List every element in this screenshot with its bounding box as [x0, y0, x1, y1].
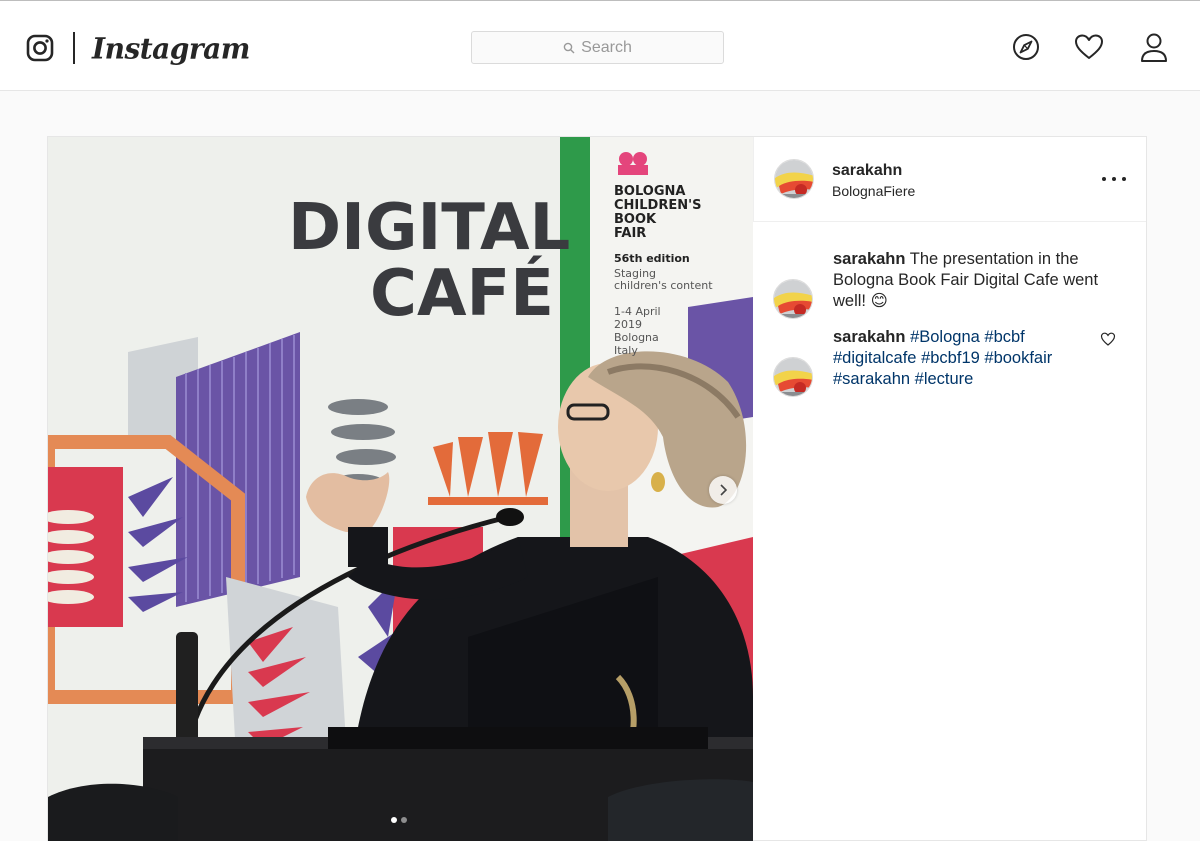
- post-username[interactable]: sarakahn: [832, 162, 902, 180]
- post-header: sarakahn BolognaFiere: [753, 137, 1146, 222]
- instagram-camera-icon[interactable]: [26, 34, 54, 62]
- heart-icon: [1075, 34, 1103, 59]
- profile-button[interactable]: [1136, 29, 1172, 65]
- svg-text:children's content: children's content: [614, 279, 713, 292]
- hashtag-link[interactable]: #bcbf19: [921, 349, 980, 367]
- caption: sarakahn The presentation in the Bologna…: [753, 249, 1146, 319]
- more-dot-icon: [1112, 177, 1116, 181]
- avatar-image: [774, 358, 812, 396]
- avatar[interactable]: [773, 357, 813, 397]
- svg-text:FAIR: FAIR: [614, 226, 646, 241]
- svg-text:Bologna: Bologna: [614, 331, 659, 344]
- post-photo[interactable]: DIGITAL CAFÉ BOLOGNA CHILDREN'S BOOK FAI…: [48, 137, 753, 841]
- hashtag-link[interactable]: #lecture: [915, 370, 974, 388]
- more-dot-icon: [1102, 177, 1106, 181]
- sign-text-line-2: CAFÉ: [370, 255, 554, 331]
- brand[interactable]: Instagram: [26, 31, 250, 65]
- comment-username[interactable]: sarakahn: [833, 328, 905, 346]
- svg-text:2019: 2019: [614, 318, 642, 331]
- profile-icon: [1141, 33, 1167, 62]
- hashtag-link[interactable]: #sarakahn: [833, 370, 910, 388]
- hashtag-link[interactable]: #bcbf: [984, 328, 1024, 346]
- avatar-image: [774, 280, 812, 318]
- carousel-dot-active: [391, 817, 397, 823]
- comment-like-heart-icon[interactable]: [1100, 331, 1116, 347]
- more-options-button[interactable]: [1102, 171, 1126, 187]
- svg-text:56th edition: 56th edition: [614, 252, 690, 265]
- avatar[interactable]: [774, 159, 814, 199]
- more-dot-icon: [1122, 177, 1126, 181]
- instagram-wordmark[interactable]: Instagram: [92, 31, 250, 66]
- top-navigation-bar: Instagram Search: [0, 0, 1200, 91]
- svg-text:1-4 April: 1-4 April: [614, 305, 661, 318]
- search-placeholder: Search: [581, 38, 632, 56]
- post-sidebar: sarakahn BolognaFiere sarakahn The prese…: [753, 137, 1146, 840]
- activity-button[interactable]: [1071, 29, 1107, 65]
- svg-text:BOLOGNA: BOLOGNA: [614, 184, 685, 199]
- post-photo-illustration: DIGITAL CAFÉ BOLOGNA CHILDREN'S BOOK FAI…: [48, 137, 753, 841]
- search-icon: [563, 42, 575, 53]
- svg-text:Italy: Italy: [614, 344, 638, 357]
- compass-icon: [1013, 34, 1039, 60]
- comment: sarakahn #Bologna #bcbf #digitalcafe #bc…: [753, 327, 1146, 397]
- comment-text: sarakahn #Bologna #bcbf #digitalcafe #bc…: [833, 327, 1078, 390]
- hashtag-link[interactable]: #digitalcafe: [833, 349, 916, 367]
- hashtag-link[interactable]: #bookfair: [984, 349, 1052, 367]
- brand-divider: [73, 32, 75, 64]
- hashtag-link[interactable]: #Bologna: [910, 328, 980, 346]
- carousel-indicator: [391, 817, 407, 823]
- avatar-image: [775, 160, 813, 198]
- explore-button[interactable]: [1008, 29, 1044, 65]
- post-card: DIGITAL CAFÉ BOLOGNA CHILDREN'S BOOK FAI…: [47, 136, 1147, 841]
- search-input[interactable]: Search: [471, 31, 724, 64]
- svg-text:CHILDREN'S: CHILDREN'S: [614, 198, 701, 213]
- sign-text-line-1: DIGITAL: [288, 191, 570, 265]
- chevron-right-icon: [720, 484, 728, 496]
- caption-text: sarakahn The presentation in the Bologna…: [833, 249, 1113, 312]
- caption-username[interactable]: sarakahn: [833, 250, 905, 268]
- avatar[interactable]: [773, 279, 813, 319]
- carousel-dot: [401, 817, 407, 823]
- post-location[interactable]: BolognaFiere: [832, 183, 915, 199]
- carousel-next-button[interactable]: [709, 476, 737, 504]
- svg-text:BOOK: BOOK: [614, 212, 657, 227]
